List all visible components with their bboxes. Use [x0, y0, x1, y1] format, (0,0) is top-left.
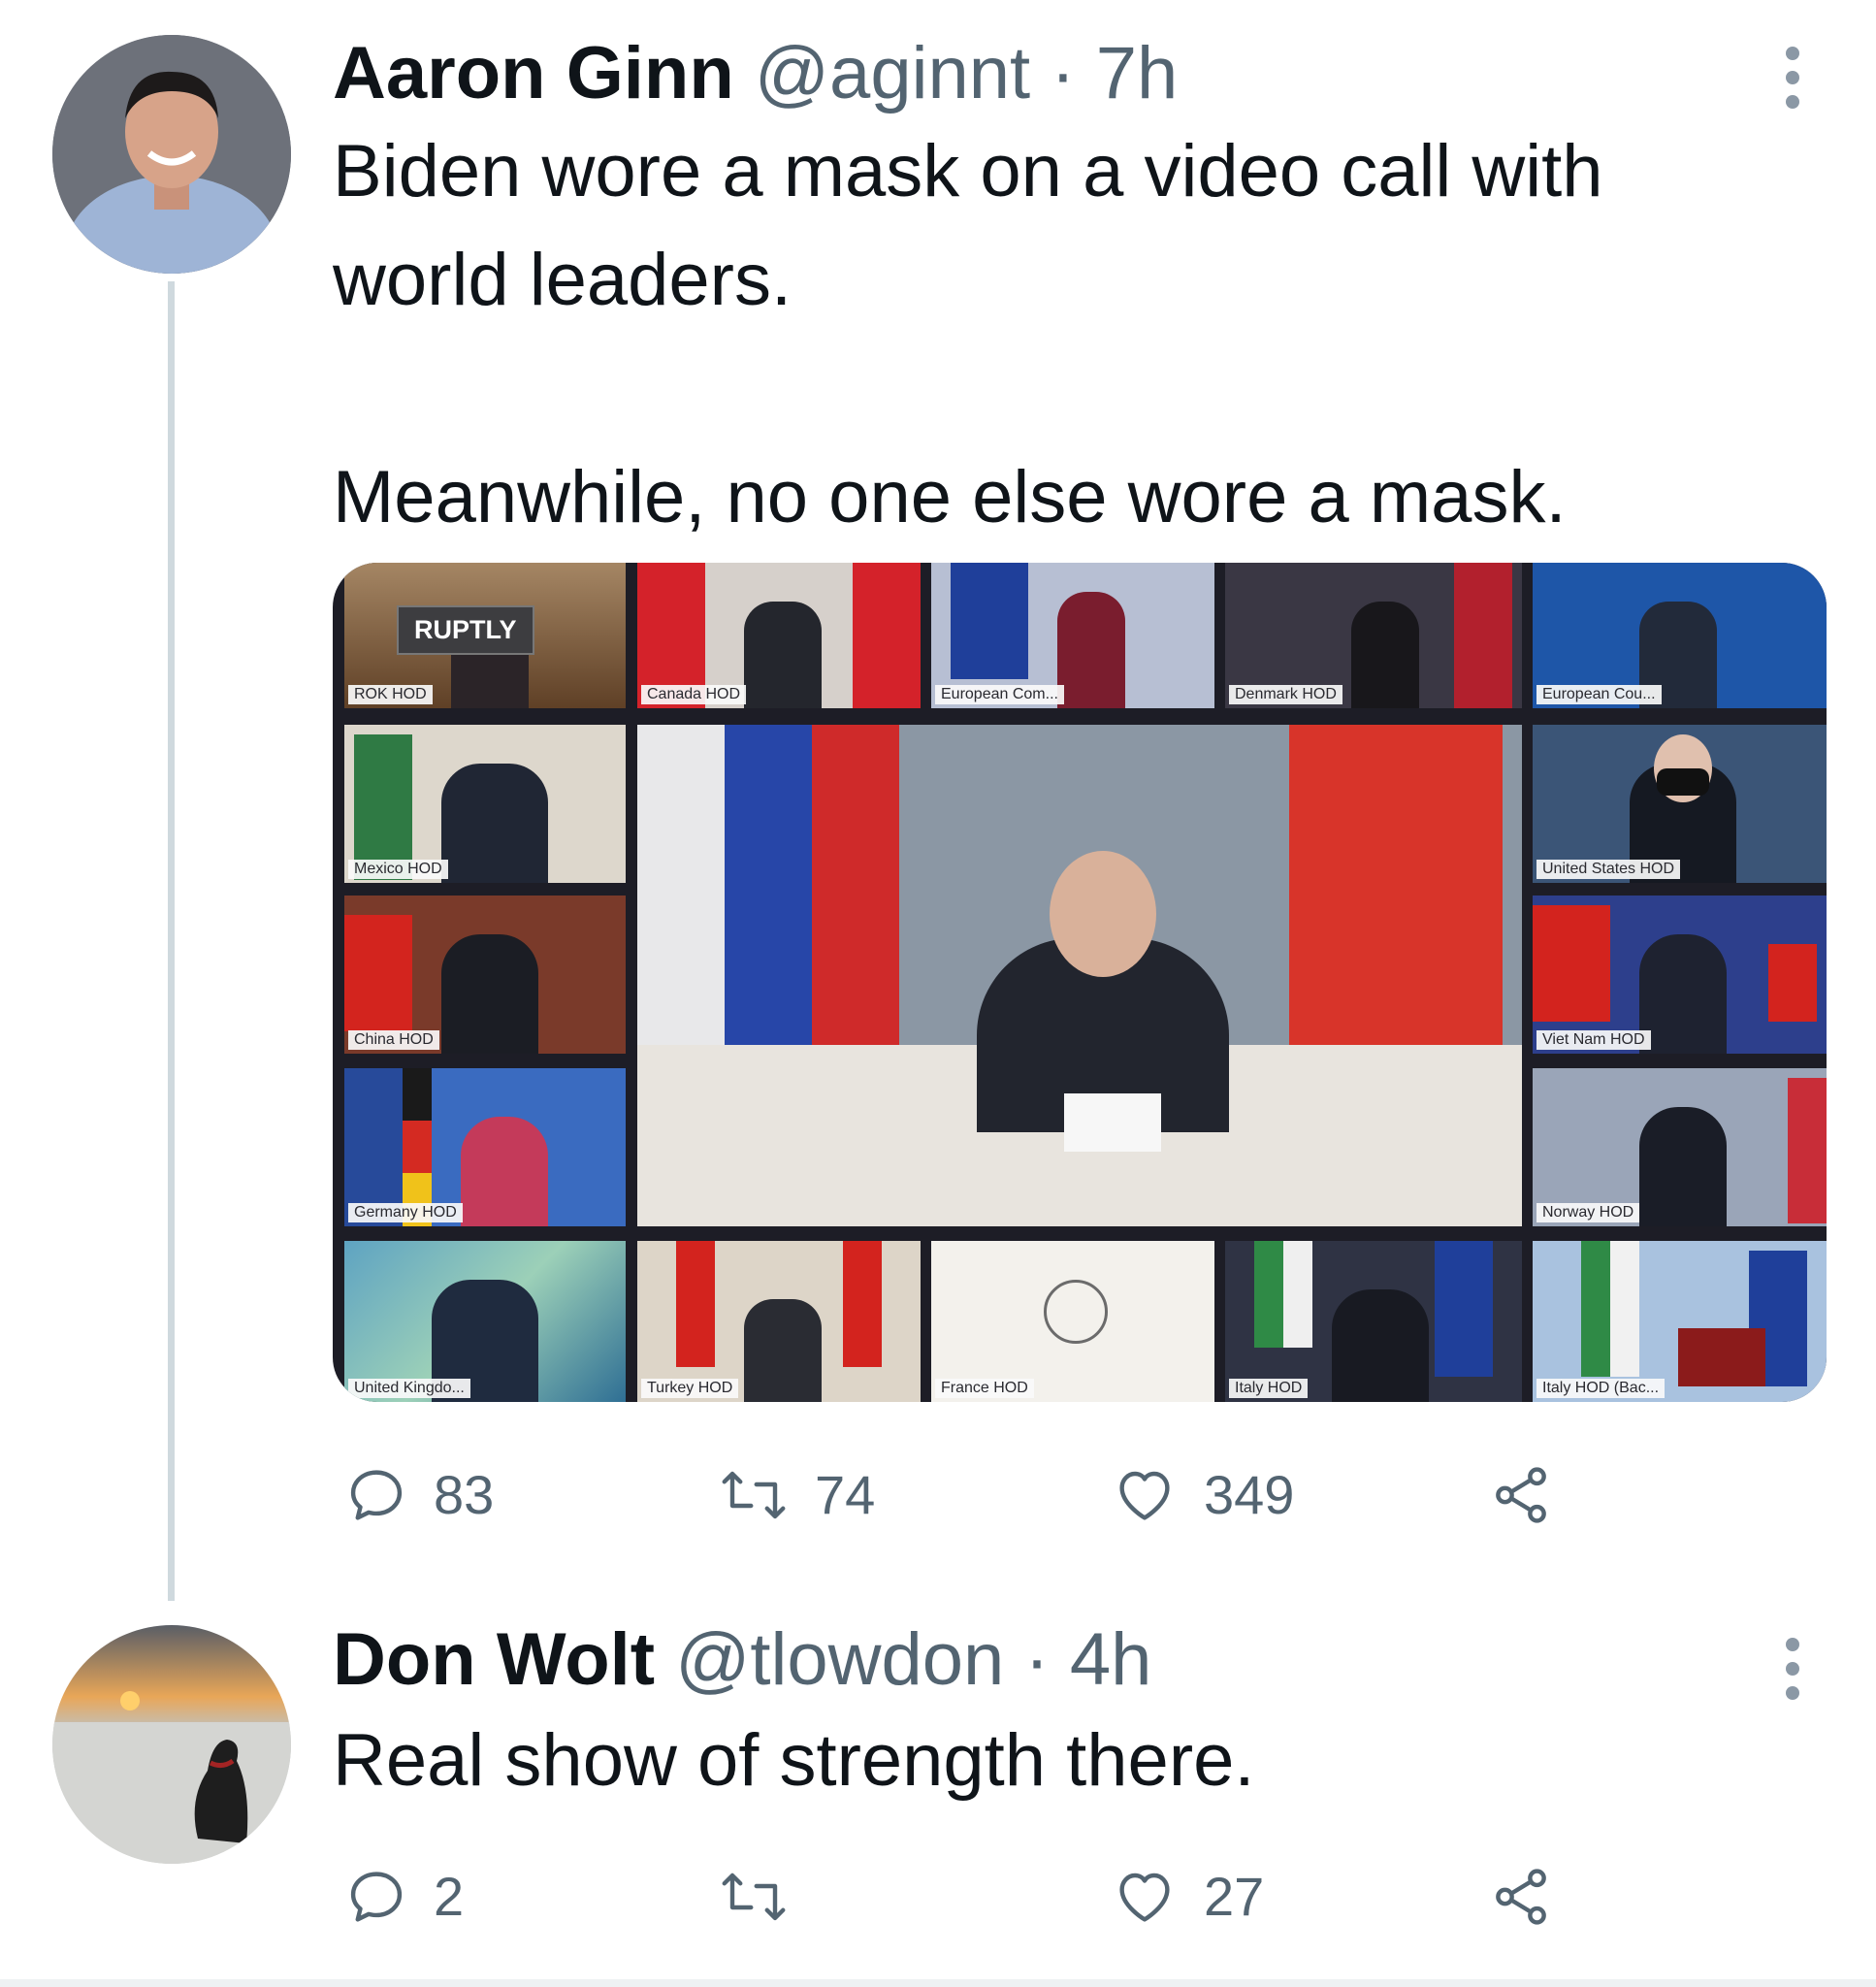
author-name[interactable]: Don Wolt — [333, 1618, 655, 1701]
share-icon — [1496, 1467, 1546, 1523]
tile-label: Italy HOD (Bac... — [1536, 1379, 1666, 1398]
video-tile: Mexico HOD — [344, 725, 626, 883]
tile-label: Mexico HOD — [348, 860, 448, 879]
share-icon — [1496, 1869, 1546, 1925]
like-button[interactable]: 349 — [1111, 1461, 1294, 1529]
video-tile: Norway HOD — [1533, 1068, 1827, 1226]
video-tile: United States HOD — [1533, 725, 1827, 883]
avatar-portrait-icon — [52, 35, 291, 274]
tile-label: ROK HOD — [348, 685, 433, 704]
like-count: 27 — [1204, 1866, 1265, 1927]
like-button[interactable]: 27 — [1111, 1863, 1264, 1931]
avatar-beach-dog-icon — [52, 1625, 291, 1864]
thread-connector-line — [168, 281, 175, 1601]
tile-label: Norway HOD — [1536, 1203, 1640, 1222]
video-tile: United Kingdo... — [344, 1241, 626, 1402]
reply-button[interactable]: 83 — [344, 1461, 494, 1529]
tweet-text: Biden wore a mask on a video call with w… — [333, 130, 1603, 538]
tile-label: Denmark HOD — [1229, 685, 1342, 704]
retweet-button[interactable]: 74 — [718, 1461, 875, 1529]
more-options-icon[interactable] — [1781, 1638, 1804, 1710]
tile-label: China HOD — [348, 1030, 439, 1050]
video-tile: Viet Nam HOD — [1533, 896, 1827, 1054]
retweet-icon — [722, 1471, 786, 1519]
video-tile: France HOD — [931, 1241, 1214, 1402]
video-tile: Italy HOD — [1225, 1241, 1522, 1402]
tweet-header: Aaron Ginn @aginnt · 7h — [333, 35, 1178, 113]
share-button[interactable] — [1487, 1863, 1555, 1931]
tweet-media-image[interactable]: RUPTLY ROK HOD Canada HOD European Com..… — [333, 563, 1827, 1402]
author-handle[interactable]: @tlowdon — [675, 1618, 1004, 1701]
reply-button[interactable]: 2 — [344, 1863, 464, 1931]
reply-count: 2 — [434, 1866, 465, 1927]
tweet-actions: 83 74 349 — [344, 1461, 1799, 1529]
tile-label: European Cou... — [1536, 685, 1662, 704]
tweet-header: Don Wolt @tlowdon · 4h — [333, 1621, 1151, 1699]
tile-label: France HOD — [935, 1379, 1034, 1398]
tweet-timestamp[interactable]: · 4h — [1024, 1618, 1151, 1701]
tile-label: Germany HOD — [348, 1203, 463, 1222]
video-tile: Denmark HOD — [1225, 563, 1522, 708]
video-tile: European Cou... — [1533, 563, 1827, 708]
video-tile: Turkey HOD — [637, 1241, 921, 1402]
video-tile: Canada HOD — [637, 563, 921, 708]
retweet-icon — [722, 1873, 786, 1921]
tweet-actions: 2 27 — [344, 1863, 1799, 1931]
tile-label: United States HOD — [1536, 860, 1681, 879]
retweet-button[interactable] — [718, 1863, 790, 1931]
video-tile: Germany HOD — [344, 1068, 626, 1226]
author-name[interactable]: Aaron Ginn — [333, 32, 734, 114]
reply-count: 83 — [434, 1464, 495, 1525]
video-tile: Italy HOD (Bac... — [1533, 1241, 1827, 1402]
tweet-text: Real show of strength there. — [333, 1719, 1255, 1802]
like-count: 349 — [1204, 1464, 1295, 1525]
more-options-icon[interactable] — [1781, 47, 1804, 119]
tile-label: United Kingdo... — [348, 1379, 470, 1398]
reply-icon — [350, 1872, 403, 1922]
tile-label: European Com... — [935, 685, 1064, 704]
author-handle[interactable]: @aginnt — [755, 32, 1030, 114]
video-tile: European Com... — [931, 563, 1214, 708]
video-tile: RUPTLY ROK HOD — [344, 563, 626, 708]
tile-label: Canada HOD — [641, 685, 747, 704]
tile-label: Turkey HOD — [641, 1379, 739, 1398]
divider — [0, 1979, 1876, 1987]
video-tile: China HOD — [344, 896, 626, 1054]
like-icon — [1119, 1471, 1170, 1520]
avatar-don-wolt[interactable] — [52, 1625, 291, 1864]
tile-label: Viet Nam HOD — [1536, 1030, 1651, 1050]
share-button[interactable] — [1487, 1461, 1555, 1529]
watermark-label: RUPTLY — [397, 605, 534, 655]
tile-label: Italy HOD — [1229, 1379, 1309, 1398]
tweet-timestamp[interactable]: · 7h — [1051, 32, 1178, 114]
reply-icon — [350, 1470, 403, 1520]
like-icon — [1119, 1873, 1170, 1922]
retweet-count: 74 — [815, 1464, 876, 1525]
main-speaker-tile — [637, 725, 1522, 1226]
avatar-aaron-ginn[interactable] — [52, 35, 291, 274]
